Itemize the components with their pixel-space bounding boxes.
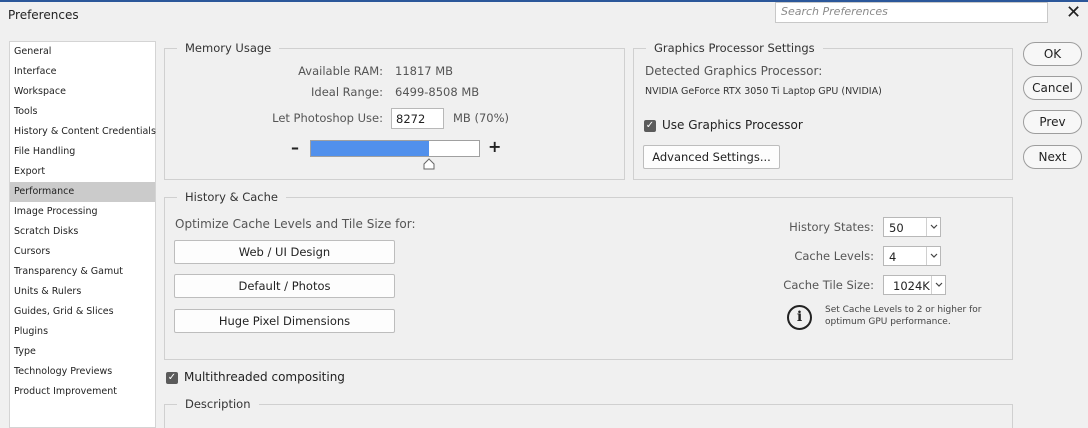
let-photoshop-use-label: Let Photoshop Use: [272, 111, 383, 125]
cache-levels-value: 4 [889, 250, 897, 264]
sidebar-item-general[interactable]: General [10, 42, 155, 62]
ideal-range-value: 6499-8508 MB [395, 85, 480, 99]
description-title: Description [177, 397, 259, 411]
sidebar-item-performance[interactable]: Performance [10, 182, 155, 202]
memory-slider-handle[interactable] [423, 158, 435, 170]
available-ram-label: Available RAM: [298, 64, 383, 78]
history-states-value: 50 [889, 221, 904, 235]
chevron-down-icon [931, 276, 945, 294]
sidebar-item-transparency-gamut[interactable]: Transparency & Gamut [10, 262, 155, 282]
available-ram-value: 11817 MB [395, 64, 454, 78]
memory-usage-title: Memory Usage [177, 41, 280, 55]
default-photos-button[interactable]: Default / Photos [174, 274, 395, 298]
prev-button[interactable]: Prev [1023, 110, 1082, 134]
sidebar-item-workspace[interactable]: Workspace [10, 82, 155, 102]
cache-levels-label: Cache Levels: [794, 249, 874, 263]
decrease-memory-button[interactable]: – [291, 138, 299, 157]
advanced-settings-button[interactable]: Advanced Settings... [643, 145, 780, 169]
use-gpu-label: Use Graphics Processor [662, 118, 803, 132]
sidebar-item-guides-grid-slices[interactable]: Guides, Grid & Slices [10, 302, 155, 322]
detected-gpu-label: Detected Graphics Processor: [645, 64, 823, 78]
cache-tile-size-value: 1024K [893, 279, 930, 293]
chevron-down-icon [926, 218, 940, 236]
sidebar-item-technology-previews[interactable]: Technology Previews [10, 362, 155, 382]
sidebar-item-type[interactable]: Type [10, 342, 155, 362]
sidebar-item-history-content-credentials[interactable]: History & Content Credentials [10, 122, 156, 142]
ok-button[interactable]: OK [1023, 42, 1082, 66]
cache-tile-size-label: Cache Tile Size: [783, 278, 874, 292]
window-title: Preferences [8, 8, 79, 22]
sidebar-item-units-rulers[interactable]: Units & Rulers [10, 282, 155, 302]
optimize-cache-label: Optimize Cache Levels and Tile Size for: [175, 217, 416, 231]
memory-amount-input[interactable]: 8272 [391, 108, 444, 129]
sidebar-item-plugins[interactable]: Plugins [10, 322, 155, 342]
multithreaded-label: Multithreaded compositing [184, 370, 345, 384]
sidebar-item-image-processing[interactable]: Image Processing [10, 202, 155, 222]
chevron-down-icon [926, 247, 940, 265]
preferences-sidebar: General Interface Workspace Tools Histor… [9, 41, 156, 428]
history-cache-title: History & Cache [177, 190, 286, 204]
cache-tile-size-select[interactable]: 1024K [883, 275, 946, 295]
cache-levels-select[interactable]: 4 [883, 246, 941, 266]
sidebar-item-file-handling[interactable]: File Handling [10, 142, 155, 162]
sidebar-item-interface[interactable]: Interface [10, 62, 155, 82]
huge-pixel-dimensions-button[interactable]: Huge Pixel Dimensions [174, 309, 395, 333]
multithreaded-checkbox[interactable]: ✓ [166, 372, 178, 384]
sidebar-item-tools[interactable]: Tools [10, 102, 155, 122]
sidebar-item-product-improvement[interactable]: Product Improvement [10, 382, 155, 402]
use-gpu-checkbox[interactable]: ✓ [644, 120, 656, 132]
history-states-label: History States: [789, 220, 874, 234]
web-ui-design-button[interactable]: Web / UI Design [174, 240, 395, 264]
sidebar-item-export[interactable]: Export [10, 162, 155, 182]
info-icon: i [787, 305, 812, 330]
memory-slider-fill [311, 141, 429, 156]
graphics-processor-title: Graphics Processor Settings [646, 41, 823, 55]
sidebar-item-scratch-disks[interactable]: Scratch Disks [10, 222, 155, 242]
ideal-range-label: Ideal Range: [311, 85, 383, 99]
gpu-cache-hint: Set Cache Levels to 2 or higher for opti… [825, 305, 982, 327]
cancel-button[interactable]: Cancel [1023, 76, 1082, 100]
increase-memory-button[interactable]: + [488, 137, 501, 156]
detected-gpu-value: NVIDIA GeForce RTX 3050 Ti Laptop GPU (N… [645, 86, 882, 97]
memory-slider[interactable] [310, 140, 480, 157]
sidebar-item-cursors[interactable]: Cursors [10, 242, 155, 262]
history-states-select[interactable]: 50 [883, 217, 941, 237]
close-icon[interactable]: ✕ [1066, 3, 1081, 23]
next-button[interactable]: Next [1023, 145, 1082, 169]
memory-percent-label: MB (70%) [453, 111, 510, 125]
search-input[interactable]: Search Preferences [775, 2, 1048, 23]
description-group: Description [164, 397, 1013, 428]
